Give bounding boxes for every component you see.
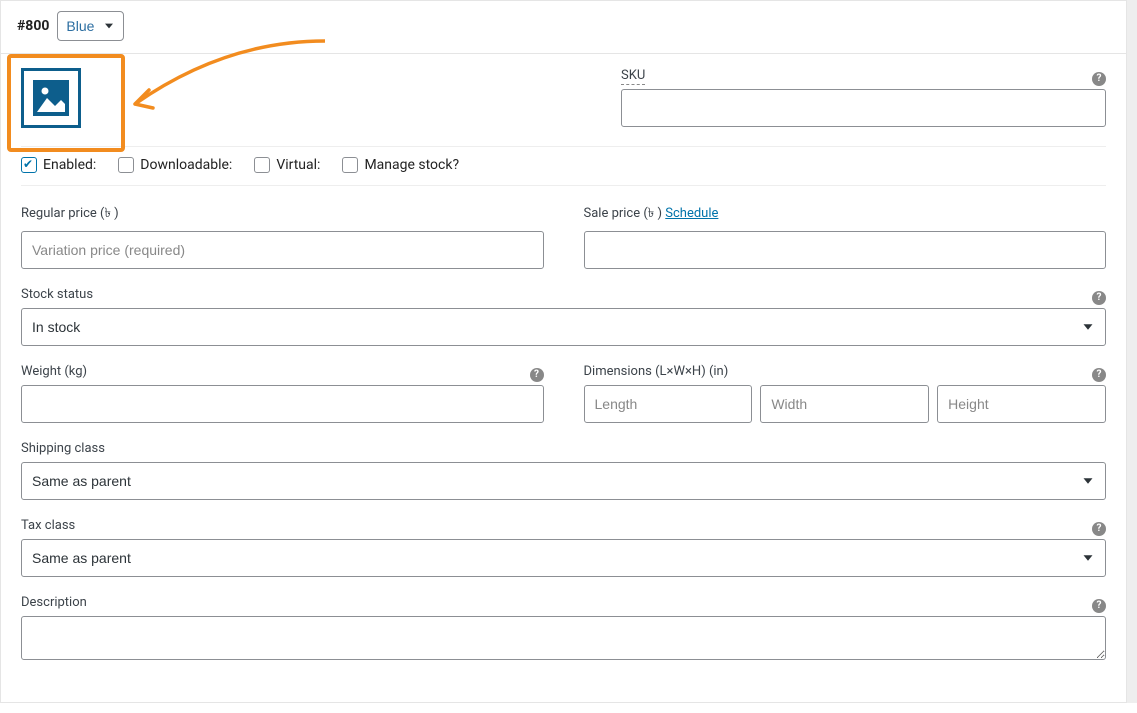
- weight-label: Weight (kg): [21, 364, 87, 379]
- description-textarea[interactable]: [21, 616, 1106, 660]
- sku-input[interactable]: [621, 89, 1106, 127]
- sku-label: SKU: [621, 68, 645, 83]
- help-icon[interactable]: [1092, 522, 1106, 536]
- weight-input[interactable]: [21, 385, 544, 423]
- shipping-class-select[interactable]: Same as parent: [21, 462, 1106, 500]
- help-icon[interactable]: [1092, 291, 1106, 305]
- variation-header: #800 Blue: [1, 1, 1126, 54]
- variation-image-upload[interactable]: [21, 68, 81, 128]
- height-input[interactable]: [937, 385, 1106, 423]
- attribute-select[interactable]: Blue: [57, 11, 124, 41]
- stock-status-select[interactable]: In stock: [21, 308, 1106, 346]
- help-icon[interactable]: [1092, 599, 1106, 613]
- shipping-class-label: Shipping class: [21, 441, 1106, 456]
- downloadable-label: Downloadable:: [140, 157, 232, 173]
- image-placeholder-icon: [29, 76, 73, 120]
- manage-stock-checkbox[interactable]: [342, 157, 358, 173]
- virtual-checkbox[interactable]: [254, 157, 270, 173]
- sale-price-input[interactable]: [584, 231, 1107, 269]
- variation-options-row: Enabled: Downloadable: Virtual: Manage s…: [21, 146, 1106, 186]
- dimensions-label: Dimensions (L×W×H) (in): [584, 364, 729, 379]
- tax-class-label: Tax class: [21, 518, 75, 533]
- tax-class-select[interactable]: Same as parent: [21, 539, 1106, 577]
- regular-price-input[interactable]: [21, 231, 544, 269]
- description-label: Description: [21, 595, 87, 610]
- help-icon[interactable]: [1092, 368, 1106, 382]
- stock-status-label: Stock status: [21, 287, 93, 302]
- help-icon[interactable]: [1092, 72, 1106, 86]
- schedule-link[interactable]: Schedule: [665, 206, 718, 221]
- regular-price-label: Regular price (৳ ): [21, 204, 544, 225]
- width-input[interactable]: [760, 385, 929, 423]
- enabled-checkbox[interactable]: [21, 157, 37, 173]
- vertical-scrollbar[interactable]: [1127, 0, 1137, 703]
- virtual-label: Virtual:: [276, 157, 320, 173]
- sale-price-label: Sale price (৳ ) Schedule: [584, 204, 1107, 225]
- manage-stock-label: Manage stock?: [364, 157, 459, 173]
- downloadable-checkbox[interactable]: [118, 157, 134, 173]
- enabled-label: Enabled:: [43, 157, 96, 173]
- help-icon[interactable]: [530, 368, 544, 382]
- variation-id: #800: [17, 18, 49, 34]
- length-input[interactable]: [584, 385, 753, 423]
